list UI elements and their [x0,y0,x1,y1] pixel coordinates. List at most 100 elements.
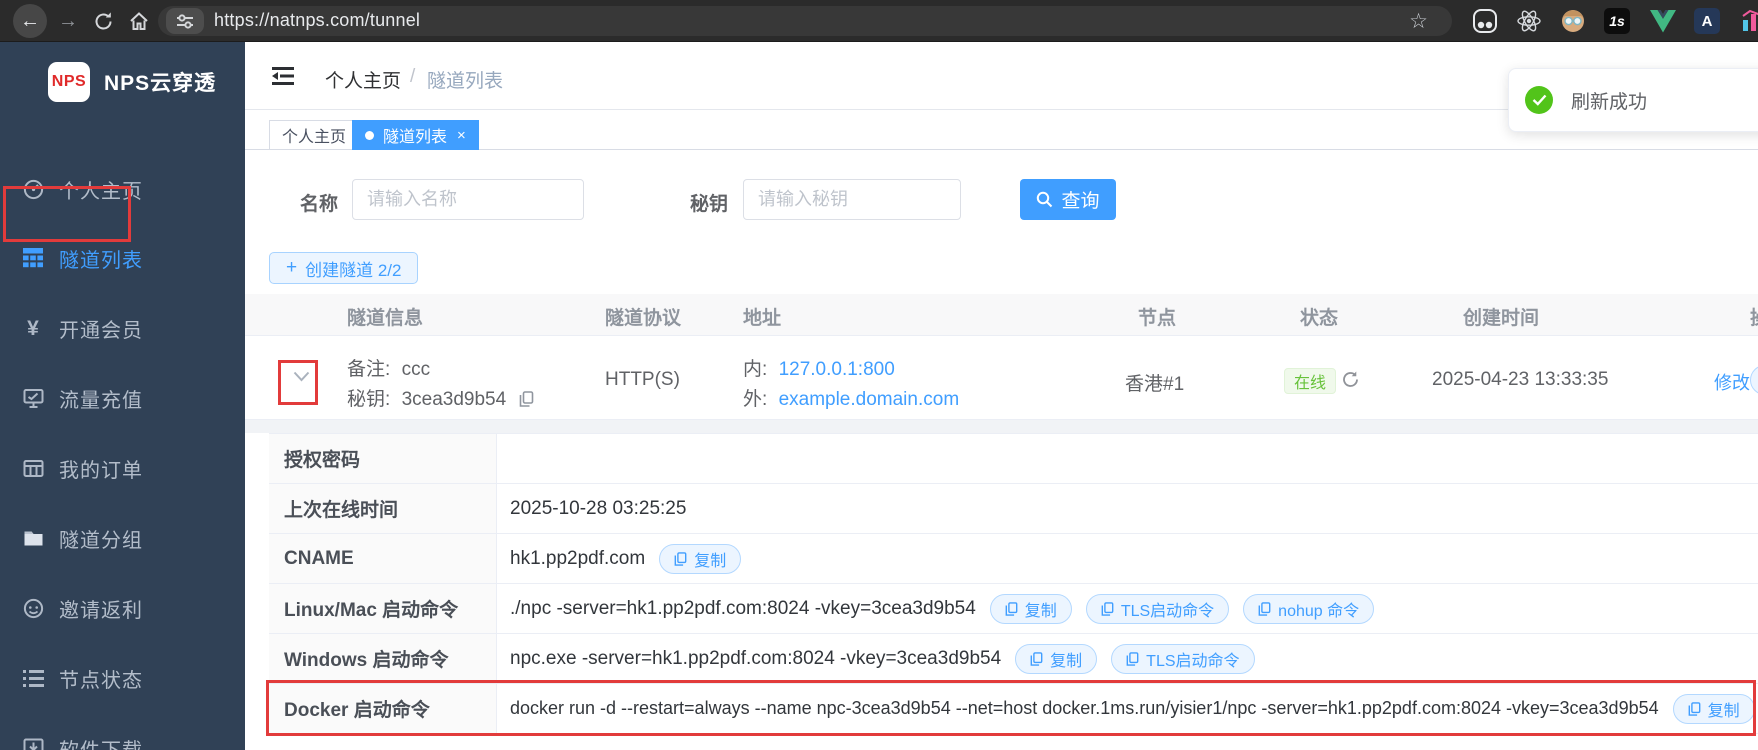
browser-forward-button[interactable]: → [51,4,85,38]
extension-vue-devtools-button[interactable] [1650,8,1676,34]
sidebar-item-tunnel-groups[interactable]: 隧道分组 [0,516,245,560]
address-bar[interactable]: https://natnps.com/tunnel ☆ [158,6,1452,36]
tunnel-table-row: 备注: ccc 秘钥: 3cea3d9b54 HTTP(S) 内: 127.0.… [245,336,1758,420]
col-status: 状态 [1300,308,1339,329]
sidebar-item-traffic-recharge[interactable]: 流量充值 [0,376,245,420]
site-info-icon [177,14,193,29]
outer-addr-link[interactable]: example.domain.com [779,389,960,410]
tab-close-icon[interactable]: × [457,128,466,143]
sidebar-item-my-orders[interactable]: 我的订单 [0,446,245,490]
back-icon: ← [20,10,40,32]
app-root: ← → https://natnps.com/tunnel ☆ 1s A NPS… [0,0,1758,750]
app-logo: NPS NPS云穿透 [0,60,245,104]
modify-link[interactable]: 修改 [1714,369,1750,395]
sidebar-item-label: 软件下载 [59,734,143,750]
orders-grid-icon [22,457,44,479]
tab-tunnel-list[interactable]: 隧道列表 × [352,120,479,150]
tls-command-button[interactable]: TLS启动命令 [1085,593,1230,624]
detail-row-auth-password: 授权密码 [269,434,1758,484]
copy-icon [1258,601,1271,616]
nohup-command-button[interactable]: nohup 命令 [1243,593,1375,624]
dashboard-icon [22,178,44,200]
search-icon [1037,191,1053,208]
nps-logo-badge: NPS [48,62,90,102]
copy-button[interactable]: 复制 [1672,693,1755,724]
chart-extension-icon [1742,9,1758,31]
sidebar-collapse-button[interactable] [272,66,294,86]
sidebar-item-membership[interactable]: ¥ 开通会员 [0,306,245,350]
detail-row-last-online: 上次在线时间 2025-10-28 03:25:25 [269,484,1758,534]
detail-value: ./npc -server=hk1.pp2pdf.com:8024 -vkey=… [510,597,976,619]
sidebar-item-home[interactable]: 个人主页 [0,167,245,211]
folder-icon [22,527,44,549]
col-node: 节点 [1138,308,1177,329]
sidebar-item-node-status[interactable]: 节点状态 [0,656,245,700]
create-tunnel-button[interactable]: + 创建隧道 2/2 [269,252,419,284]
name-filter-label: 名称 [300,194,339,215]
toast-text: 刷新成功 [1571,91,1648,113]
detail-value: 2025-10-28 03:25:25 [510,497,687,519]
detail-label: Linux/Mac 启动命令 [269,584,497,633]
sidebar-item-invite-rebate[interactable]: 邀请返利 [0,586,245,630]
sidebar-item-label: 邀请返利 [59,599,143,622]
name-filter-input[interactable] [352,179,584,220]
row-expand-button[interactable] [287,362,315,390]
download-icon [22,737,44,750]
home-icon [130,12,148,30]
refresh-status-icon[interactable] [1341,370,1360,395]
sidebar-item-label: 隧道分组 [59,529,143,552]
detail-row-windows-command: Windows 启动命令 npc.exe -server=hk1.pp2pdf.… [269,634,1758,684]
col-protocol: 隧道协议 [605,308,682,329]
detail-label: CNAME [269,534,497,583]
inner-addr-link[interactable]: 127.0.0.1:800 [779,359,895,380]
breadcrumb-separator: / [410,66,416,87]
extension-analytics-button[interactable] [1740,8,1758,34]
browser-home-button[interactable] [122,4,156,38]
tunnel-detail-table: 授权密码 上次在线时间 2025-10-28 03:25:25 CNAME hk… [269,433,1758,734]
site-info-button[interactable] [166,8,204,34]
copy-button[interactable]: 复制 [1015,643,1098,674]
tab-home[interactable]: 个人主页 [269,120,360,150]
row-action-pill-cut[interactable] [1750,365,1758,395]
sidebar-item-label: 流量充值 [59,389,143,412]
active-dot-icon [365,130,374,140]
status-badge: 在线 [1284,368,1337,394]
table-icon [22,247,44,269]
table-header: 隧道信息 隧道协议 地址 节点 状态 创建时间 操作 [245,294,1758,336]
success-check-icon [1525,86,1553,114]
detail-row-linux-command: Linux/Mac 启动命令 ./npc -server=hk1.pp2pdf.… [269,584,1758,634]
extension-1s-button[interactable]: 1s [1604,8,1630,34]
key-filter-label: 秘钥 [690,194,729,215]
toast-notification: 刷新成功 [1508,68,1758,132]
sidebar-item-software-download[interactable]: 软件下载 [0,726,245,750]
copy-button[interactable]: 复制 [659,543,742,574]
chevron-down-icon [293,371,309,381]
url-text[interactable]: https://natnps.com/tunnel [214,10,420,31]
sidebar-item-tunnel-list[interactable]: 隧道列表 [0,236,245,280]
detail-label: 授权密码 [269,434,497,483]
yen-icon: ¥ [27,316,39,340]
protocol-value: HTTP(S) [605,369,680,390]
key-filter-input[interactable] [743,179,961,220]
copy-icon [1030,651,1043,666]
app-title: NPS云穿透 [104,72,217,95]
monitor-icon [22,387,44,409]
browser-reload-button[interactable] [86,4,120,38]
col-actions: 操作 [1750,303,1758,330]
extension-avatar-button[interactable] [1560,8,1586,34]
copy-icon [1005,601,1018,616]
copy-key-icon[interactable] [519,391,534,407]
breadcrumb-home[interactable]: 个人主页 [325,66,401,93]
reload-icon [95,11,111,29]
copy-button[interactable]: 复制 [989,593,1072,624]
tls-command-button[interactable]: TLS启动命令 [1111,643,1255,674]
detail-row-cname: CNAME hk1.pp2pdf.com 复制 [269,534,1758,584]
search-button[interactable]: 查询 [1020,179,1116,220]
extension-react-devtools-button[interactable] [1516,8,1542,34]
extension-a-button[interactable]: A [1694,8,1720,34]
bookmark-star-icon[interactable]: ☆ [1409,9,1428,34]
plus-icon: + [286,257,298,278]
browser-back-button[interactable]: ← [13,4,47,38]
extension-proxy-button[interactable] [1472,8,1498,34]
sidebar-item-label: 我的订单 [59,459,143,482]
